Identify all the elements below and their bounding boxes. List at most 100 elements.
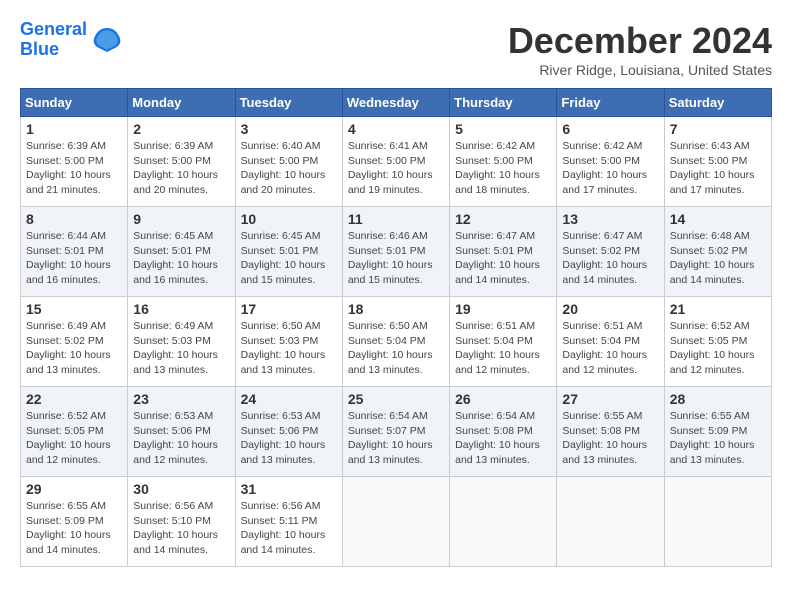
day-info: Sunrise: 6:51 AM Sunset: 5:04 PM Dayligh… [455, 319, 551, 378]
day-number: 28 [670, 391, 766, 407]
col-tuesday: Tuesday [235, 89, 342, 117]
day-number: 2 [133, 121, 229, 137]
col-sunday: Sunday [21, 89, 128, 117]
calendar-week-row: 8 Sunrise: 6:44 AM Sunset: 5:01 PM Dayli… [21, 207, 772, 297]
calendar-week-row: 29 Sunrise: 6:55 AM Sunset: 5:09 PM Dayl… [21, 477, 772, 567]
day-info: Sunrise: 6:53 AM Sunset: 5:06 PM Dayligh… [241, 409, 337, 468]
day-number: 23 [133, 391, 229, 407]
day-info: Sunrise: 6:52 AM Sunset: 5:05 PM Dayligh… [26, 409, 122, 468]
day-number: 26 [455, 391, 551, 407]
day-info: Sunrise: 6:40 AM Sunset: 5:00 PM Dayligh… [241, 139, 337, 198]
calendar-table: Sunday Monday Tuesday Wednesday Thursday… [20, 88, 772, 567]
day-number: 5 [455, 121, 551, 137]
day-info: Sunrise: 6:50 AM Sunset: 5:03 PM Dayligh… [241, 319, 337, 378]
day-number: 22 [26, 391, 122, 407]
day-info: Sunrise: 6:41 AM Sunset: 5:00 PM Dayligh… [348, 139, 444, 198]
day-number: 7 [670, 121, 766, 137]
calendar-day-cell: 27 Sunrise: 6:55 AM Sunset: 5:08 PM Dayl… [557, 387, 664, 477]
day-info: Sunrise: 6:48 AM Sunset: 5:02 PM Dayligh… [670, 229, 766, 288]
col-wednesday: Wednesday [342, 89, 449, 117]
day-number: 17 [241, 301, 337, 317]
calendar-day-cell: 13 Sunrise: 6:47 AM Sunset: 5:02 PM Dayl… [557, 207, 664, 297]
calendar-day-cell: 8 Sunrise: 6:44 AM Sunset: 5:01 PM Dayli… [21, 207, 128, 297]
day-info: Sunrise: 6:55 AM Sunset: 5:09 PM Dayligh… [26, 499, 122, 558]
calendar-day-cell: 2 Sunrise: 6:39 AM Sunset: 5:00 PM Dayli… [128, 117, 235, 207]
day-info: Sunrise: 6:56 AM Sunset: 5:10 PM Dayligh… [133, 499, 229, 558]
calendar-day-cell: 25 Sunrise: 6:54 AM Sunset: 5:07 PM Dayl… [342, 387, 449, 477]
day-number: 27 [562, 391, 658, 407]
logo-icon [91, 24, 123, 56]
calendar-day-cell: 29 Sunrise: 6:55 AM Sunset: 5:09 PM Dayl… [21, 477, 128, 567]
day-info: Sunrise: 6:39 AM Sunset: 5:00 PM Dayligh… [26, 139, 122, 198]
day-info: Sunrise: 6:45 AM Sunset: 5:01 PM Dayligh… [133, 229, 229, 288]
day-info: Sunrise: 6:54 AM Sunset: 5:08 PM Dayligh… [455, 409, 551, 468]
day-info: Sunrise: 6:39 AM Sunset: 5:00 PM Dayligh… [133, 139, 229, 198]
day-number: 6 [562, 121, 658, 137]
location: River Ridge, Louisiana, United States [508, 62, 772, 78]
day-number: 21 [670, 301, 766, 317]
day-info: Sunrise: 6:42 AM Sunset: 5:00 PM Dayligh… [455, 139, 551, 198]
logo-text: GeneralBlue [20, 20, 87, 60]
day-number: 20 [562, 301, 658, 317]
empty-cell [342, 477, 449, 567]
day-number: 16 [133, 301, 229, 317]
empty-cell [557, 477, 664, 567]
calendar-day-cell: 18 Sunrise: 6:50 AM Sunset: 5:04 PM Dayl… [342, 297, 449, 387]
calendar-day-cell: 4 Sunrise: 6:41 AM Sunset: 5:00 PM Dayli… [342, 117, 449, 207]
day-info: Sunrise: 6:44 AM Sunset: 5:01 PM Dayligh… [26, 229, 122, 288]
day-info: Sunrise: 6:43 AM Sunset: 5:00 PM Dayligh… [670, 139, 766, 198]
day-info: Sunrise: 6:49 AM Sunset: 5:03 PM Dayligh… [133, 319, 229, 378]
day-info: Sunrise: 6:42 AM Sunset: 5:00 PM Dayligh… [562, 139, 658, 198]
calendar-day-cell: 16 Sunrise: 6:49 AM Sunset: 5:03 PM Dayl… [128, 297, 235, 387]
day-number: 8 [26, 211, 122, 227]
day-number: 12 [455, 211, 551, 227]
day-info: Sunrise: 6:45 AM Sunset: 5:01 PM Dayligh… [241, 229, 337, 288]
day-number: 24 [241, 391, 337, 407]
col-saturday: Saturday [664, 89, 771, 117]
calendar-day-cell: 1 Sunrise: 6:39 AM Sunset: 5:00 PM Dayli… [21, 117, 128, 207]
calendar-header-row: Sunday Monday Tuesday Wednesday Thursday… [21, 89, 772, 117]
day-number: 4 [348, 121, 444, 137]
day-number: 19 [455, 301, 551, 317]
day-number: 29 [26, 481, 122, 497]
calendar-day-cell: 19 Sunrise: 6:51 AM Sunset: 5:04 PM Dayl… [450, 297, 557, 387]
calendar-day-cell: 3 Sunrise: 6:40 AM Sunset: 5:00 PM Dayli… [235, 117, 342, 207]
day-info: Sunrise: 6:47 AM Sunset: 5:01 PM Dayligh… [455, 229, 551, 288]
calendar-day-cell: 31 Sunrise: 6:56 AM Sunset: 5:11 PM Dayl… [235, 477, 342, 567]
calendar-week-row: 15 Sunrise: 6:49 AM Sunset: 5:02 PM Dayl… [21, 297, 772, 387]
calendar-week-row: 22 Sunrise: 6:52 AM Sunset: 5:05 PM Dayl… [21, 387, 772, 477]
calendar-day-cell: 10 Sunrise: 6:45 AM Sunset: 5:01 PM Dayl… [235, 207, 342, 297]
day-number: 9 [133, 211, 229, 227]
day-info: Sunrise: 6:55 AM Sunset: 5:08 PM Dayligh… [562, 409, 658, 468]
col-monday: Monday [128, 89, 235, 117]
calendar-day-cell: 21 Sunrise: 6:52 AM Sunset: 5:05 PM Dayl… [664, 297, 771, 387]
col-thursday: Thursday [450, 89, 557, 117]
calendar-day-cell: 6 Sunrise: 6:42 AM Sunset: 5:00 PM Dayli… [557, 117, 664, 207]
calendar-day-cell: 12 Sunrise: 6:47 AM Sunset: 5:01 PM Dayl… [450, 207, 557, 297]
calendar-day-cell: 30 Sunrise: 6:56 AM Sunset: 5:10 PM Dayl… [128, 477, 235, 567]
calendar-day-cell: 24 Sunrise: 6:53 AM Sunset: 5:06 PM Dayl… [235, 387, 342, 477]
calendar-day-cell: 23 Sunrise: 6:53 AM Sunset: 5:06 PM Dayl… [128, 387, 235, 477]
calendar-day-cell: 17 Sunrise: 6:50 AM Sunset: 5:03 PM Dayl… [235, 297, 342, 387]
day-number: 14 [670, 211, 766, 227]
calendar-day-cell: 14 Sunrise: 6:48 AM Sunset: 5:02 PM Dayl… [664, 207, 771, 297]
day-number: 11 [348, 211, 444, 227]
day-info: Sunrise: 6:47 AM Sunset: 5:02 PM Dayligh… [562, 229, 658, 288]
day-number: 15 [26, 301, 122, 317]
calendar-day-cell: 11 Sunrise: 6:46 AM Sunset: 5:01 PM Dayl… [342, 207, 449, 297]
calendar-day-cell: 22 Sunrise: 6:52 AM Sunset: 5:05 PM Dayl… [21, 387, 128, 477]
day-number: 30 [133, 481, 229, 497]
day-number: 3 [241, 121, 337, 137]
day-number: 25 [348, 391, 444, 407]
day-info: Sunrise: 6:54 AM Sunset: 5:07 PM Dayligh… [348, 409, 444, 468]
calendar-day-cell: 28 Sunrise: 6:55 AM Sunset: 5:09 PM Dayl… [664, 387, 771, 477]
day-number: 13 [562, 211, 658, 227]
day-info: Sunrise: 6:51 AM Sunset: 5:04 PM Dayligh… [562, 319, 658, 378]
month-title: December 2024 [508, 20, 772, 62]
day-info: Sunrise: 6:53 AM Sunset: 5:06 PM Dayligh… [133, 409, 229, 468]
day-info: Sunrise: 6:49 AM Sunset: 5:02 PM Dayligh… [26, 319, 122, 378]
day-number: 10 [241, 211, 337, 227]
empty-cell [450, 477, 557, 567]
calendar-day-cell: 9 Sunrise: 6:45 AM Sunset: 5:01 PM Dayli… [128, 207, 235, 297]
title-block: December 2024 River Ridge, Louisiana, Un… [508, 20, 772, 78]
